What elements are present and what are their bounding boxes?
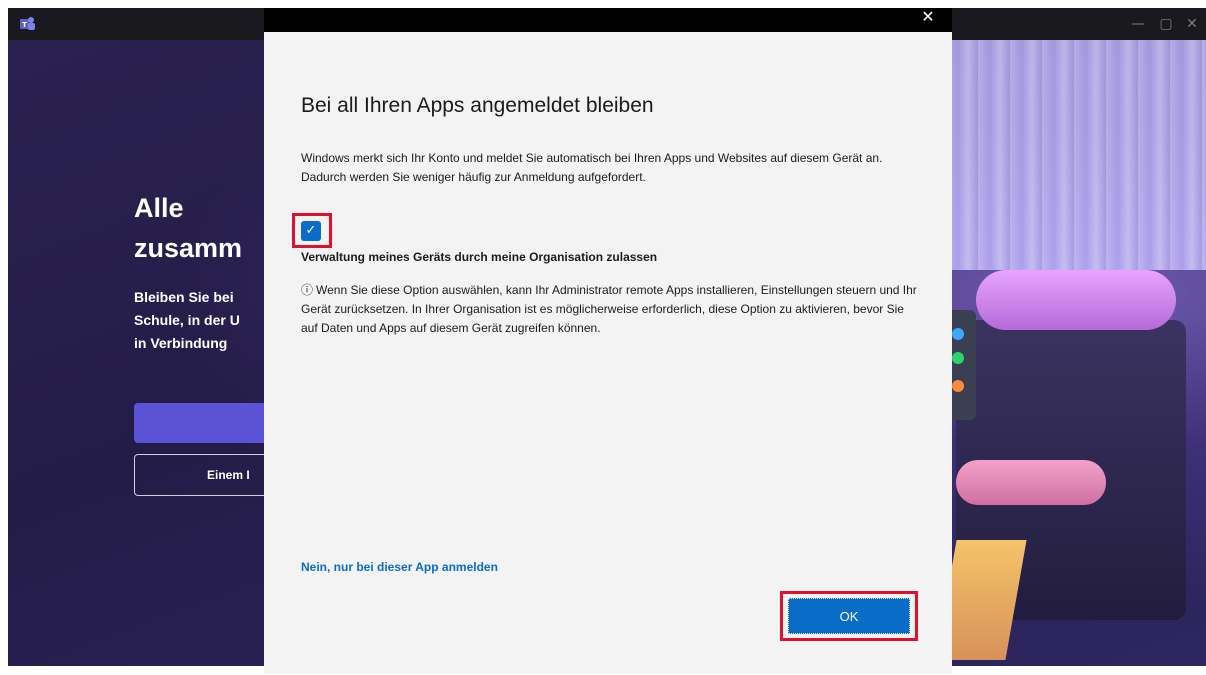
decorative-dot [952, 328, 964, 340]
signin-dialog: ✕ Bei all Ihren Apps angemeldet bleiben … [264, 8, 952, 674]
decorative-dot [952, 380, 964, 392]
secondary-button[interactable]: Einem I [134, 454, 268, 496]
primary-signin-button[interactable] [134, 403, 268, 443]
manage-device-checkbox[interactable]: ✓ [301, 221, 321, 241]
info-paragraph: ⓘ Wenn Sie diese Option auswählen, kann I… [301, 281, 921, 338]
dialog-description: Windows merkt sich Ihr Konto und meldet … [301, 151, 883, 184]
maximize-button[interactable]: ▢ [1156, 14, 1176, 34]
decorative-dot [952, 352, 964, 364]
dialog-titlebar: ✕ [264, 8, 952, 32]
decorative-curtain [946, 40, 1206, 270]
decorative-shelf-top [976, 270, 1176, 330]
decorative-shelf-middle [956, 460, 1106, 505]
hero-title: Alle zusamm [134, 193, 243, 263]
info-text: Wenn Sie diese Option auswählen, kann Ih… [301, 283, 917, 335]
dialog-title: Bei all Ihren Apps angemeldet bleiben [301, 94, 654, 117]
hero-subtitle: Bleiben Sie bei Schule, in der U in Verb… [134, 289, 240, 351]
ok-button[interactable]: OK [788, 598, 910, 634]
info-icon: ⓘ [301, 283, 314, 297]
signin-this-app-only-link[interactable]: Nein, nur bei dieser App anmelden [301, 560, 498, 574]
window-close-button[interactable]: ✕ [1182, 14, 1202, 34]
teams-icon: T [20, 17, 35, 30]
svg-text:T: T [22, 21, 27, 29]
close-icon[interactable]: ✕ [918, 8, 938, 28]
checkmark-icon: ✓ [305, 223, 317, 238]
manage-device-label[interactable]: Verwaltung meines Geräts durch meine Org… [301, 250, 657, 264]
minimize-button[interactable]: — [1128, 14, 1148, 34]
